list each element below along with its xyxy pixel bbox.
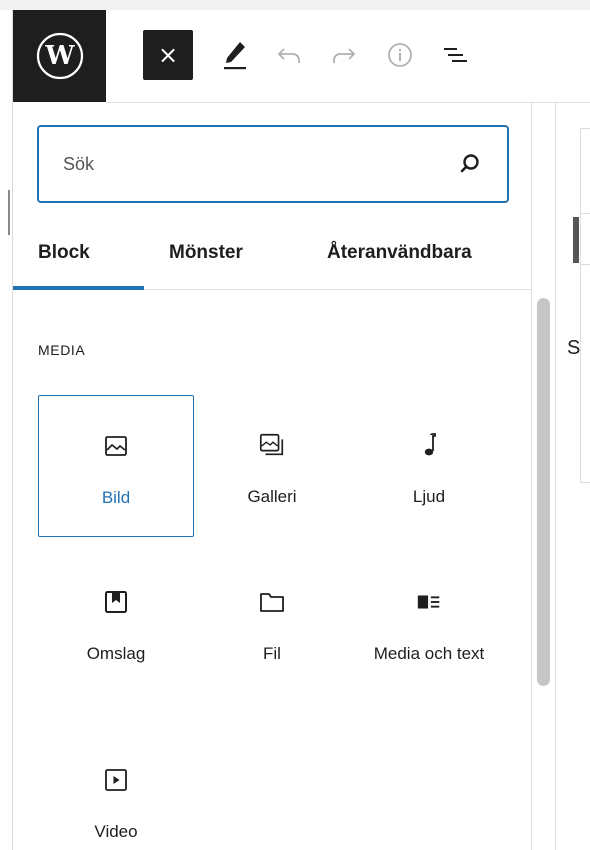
- block-label: Galleri: [247, 487, 297, 506]
- block-search: [37, 125, 509, 203]
- block-item-video[interactable]: Video: [38, 730, 194, 850]
- svg-text:W: W: [44, 41, 75, 71]
- list-view-icon: [444, 48, 467, 62]
- pencil-icon: [224, 42, 246, 70]
- block-item-file[interactable]: Fil: [194, 552, 350, 694]
- wordpress-logo-icon: W: [36, 32, 83, 80]
- undo-icon: [277, 48, 300, 63]
- block-label: Bild: [101, 488, 131, 507]
- scrollbar-thumb[interactable]: [537, 298, 550, 686]
- window-top-strip: [0, 0, 590, 10]
- block-item-cover[interactable]: Omslag: [38, 552, 194, 694]
- tab-label: Block: [38, 242, 90, 263]
- redo-button[interactable]: [326, 37, 362, 73]
- block-item-audio[interactable]: Ljud: [351, 395, 507, 537]
- editor-partial-text: S: [567, 337, 581, 359]
- cover-icon: [102, 588, 130, 616]
- tab-block[interactable]: Block: [38, 235, 90, 290]
- close-inserter-button[interactable]: ×: [143, 30, 193, 80]
- editor-caret-marker: [573, 217, 579, 263]
- video-icon: [102, 766, 130, 794]
- info-icon: [388, 43, 412, 67]
- block-label: Fil: [263, 644, 281, 663]
- block-label: Ljud: [412, 487, 446, 506]
- section-title: MEDIA: [38, 342, 86, 358]
- file-icon: [258, 588, 286, 616]
- media-text-icon: [415, 588, 443, 616]
- divider: [580, 264, 590, 265]
- block-label: Omslag: [86, 644, 146, 663]
- audio-icon: [415, 431, 443, 459]
- tab-label: Återanvändbara: [327, 242, 472, 263]
- tools-button[interactable]: [217, 37, 253, 73]
- wordpress-logo-button[interactable]: W: [13, 10, 106, 102]
- redo-icon: [333, 48, 356, 63]
- block-item-media-text[interactable]: Media och text: [351, 552, 507, 694]
- left-edge: [0, 10, 13, 850]
- editor-block-outline: [580, 128, 590, 483]
- block-label: Media och text: [373, 644, 485, 663]
- block-item-image[interactable]: Bild: [38, 395, 194, 537]
- image-icon: [102, 432, 130, 460]
- block-label: Video: [94, 822, 138, 841]
- tab-patterns[interactable]: Mönster: [169, 235, 243, 290]
- divider: [580, 213, 590, 214]
- tab-label: Mönster: [169, 242, 243, 263]
- close-icon: ×: [157, 41, 179, 69]
- tab-active-indicator: [13, 286, 144, 290]
- search-input[interactable]: [63, 127, 443, 201]
- tab-reusable[interactable]: Återanvändbara: [327, 235, 472, 290]
- gallery-icon: [258, 431, 286, 459]
- details-button[interactable]: [382, 37, 418, 73]
- undo-button[interactable]: [271, 37, 307, 73]
- search-icon[interactable]: [457, 151, 483, 177]
- list-view-button[interactable]: [438, 37, 474, 73]
- block-item-gallery[interactable]: Galleri: [194, 395, 350, 537]
